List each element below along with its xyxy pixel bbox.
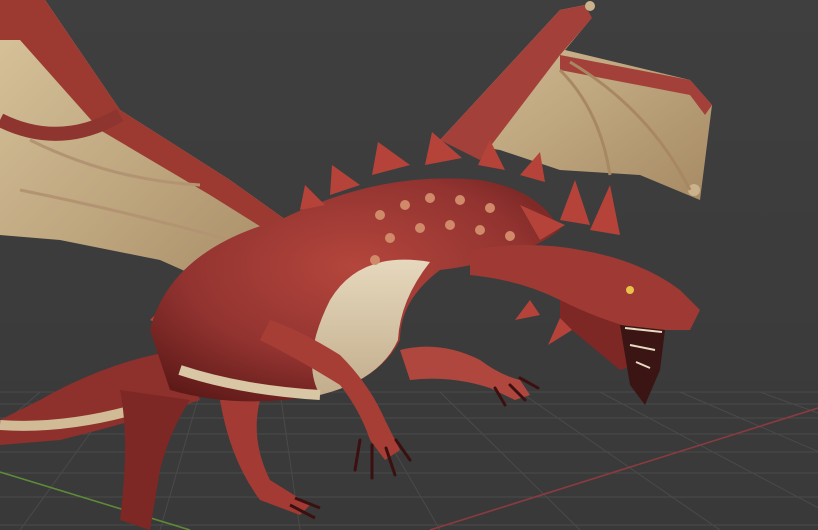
viewport-canvas[interactable] bbox=[0, 0, 818, 530]
3d-viewport[interactable] bbox=[0, 0, 818, 530]
